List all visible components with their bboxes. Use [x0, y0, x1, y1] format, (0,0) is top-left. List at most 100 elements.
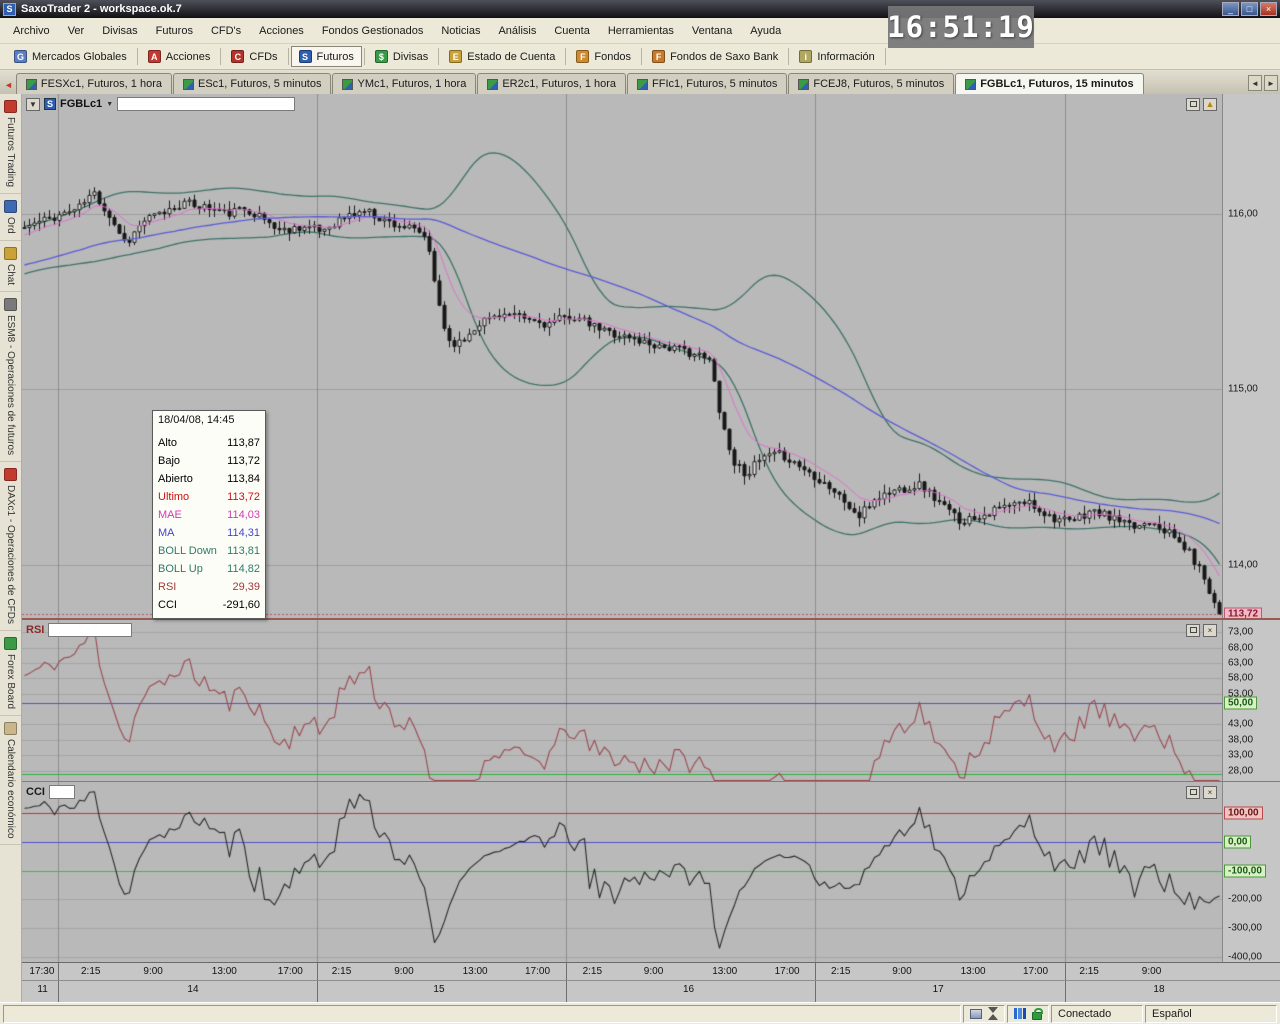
rsi-chart-canvas[interactable]: [22, 620, 1222, 781]
restore-cci-icon[interactable]: [1186, 786, 1200, 799]
toolbar-estado-de-cuenta[interactable]: EEstado de Cuenta: [441, 46, 563, 67]
toolbar-label: Acciones: [166, 51, 211, 63]
toolbar-separator-icon: [137, 48, 138, 65]
menu-item-noticias[interactable]: Noticias: [432, 20, 489, 42]
symbol-search-input[interactable]: [117, 97, 295, 111]
time-axis-label: 9:00: [892, 966, 911, 977]
axis-tick-label: 68,00: [1228, 642, 1253, 653]
status-message-area: [3, 1005, 961, 1023]
toolbar-label: Futuros: [317, 51, 354, 63]
tab-er2c1[interactable]: ER2c1, Futuros, 1 hora: [477, 73, 626, 94]
rsi-settings-input[interactable]: [48, 623, 132, 637]
sidebar-item-calendario-economico[interactable]: Calendario económico: [0, 716, 21, 846]
toolbar-informacion[interactable]: iInformación: [791, 46, 882, 67]
toolbar-separator-icon: [220, 48, 221, 65]
tab-scroll-right-icon[interactable]: ►: [1264, 75, 1278, 91]
tab-overflow-icon[interactable]: ◄: [4, 80, 13, 90]
menu-item-ver[interactable]: Ver: [59, 20, 94, 42]
tab-ymc1[interactable]: YMc1, Futuros, 1 hora: [332, 73, 476, 94]
tooltip-row: RSI29,39: [158, 578, 260, 596]
session-icon[interactable]: [970, 1009, 982, 1019]
tooltip-row-label: BOLL Down: [158, 542, 217, 560]
toolbar-separator-icon: [364, 48, 365, 65]
tooltip-row: BOLL Down113,81: [158, 542, 260, 560]
time-axis-label: 2:15: [81, 966, 100, 977]
toolbar-acciones[interactable]: AAcciones: [140, 46, 219, 67]
app-icon: S: [3, 3, 16, 16]
toolbar-fondos[interactable]: FFondos: [568, 46, 639, 67]
language-selector[interactable]: Español: [1152, 1008, 1192, 1020]
title-bar[interactable]: S SaxoTrader 2 - workspace.ok.7 _ □ ×: [0, 0, 1280, 18]
tab-bar: ◄ FESXc1, Futuros, 1 horaESc1, Futuros, …: [0, 70, 1280, 94]
toolbar-cfds[interactable]: CCFDs: [223, 46, 285, 67]
day-separator: [566, 963, 567, 980]
maximize-icon[interactable]: □: [1241, 2, 1258, 16]
time-axis-label: 17:00: [775, 966, 800, 977]
tab-strip: FESXc1, Futuros, 1 horaESc1, Futuros, 5 …: [16, 73, 1145, 94]
sidebar-item-ord[interactable]: Ord: [0, 194, 21, 241]
cci-panel-header: CCI ×: [22, 782, 1221, 802]
minimize-icon[interactable]: _: [1222, 2, 1239, 16]
close-cci-icon[interactable]: ×: [1203, 786, 1217, 799]
close-icon[interactable]: ×: [1260, 2, 1277, 16]
date-axis-label: 14: [187, 984, 198, 995]
language-cell[interactable]: Español: [1145, 1005, 1277, 1023]
tooltip-row: MA114,31: [158, 524, 260, 542]
cci-chart-canvas[interactable]: [22, 782, 1222, 962]
toolbar-divisas[interactable]: $Divisas: [367, 46, 436, 67]
toolbar-label: Mercados Globales: [32, 51, 127, 63]
tooltip-row-label: MA: [158, 524, 175, 542]
day-separator: [1065, 963, 1066, 980]
sidebar-item-daxc1-operaciones-de-cfds[interactable]: DAXc1 - Operaciones de CFDs: [0, 462, 21, 631]
menu-item-acciones[interactable]: Acciones: [250, 20, 313, 42]
cci-settings-input[interactable]: [49, 785, 75, 799]
toolbar-label: Fondos: [594, 51, 631, 63]
menu-item-ayuda[interactable]: Ayuda: [741, 20, 790, 42]
clock-overlay: 16:51:19: [888, 6, 1034, 48]
menu-item-divisas[interactable]: Divisas: [93, 20, 146, 42]
sidebar-item-label: DAXc1 - Operaciones de CFDs: [5, 485, 16, 624]
menu-item-fondos-gestionados[interactable]: Fondos Gestionados: [313, 20, 433, 42]
sidebar-item-futuros-trading[interactable]: Futuros Trading: [0, 94, 21, 194]
menu-item-cfd-s[interactable]: CFD's: [202, 20, 250, 42]
tooltip-row-label: Bajo: [158, 452, 180, 470]
menu-item-archivo[interactable]: Archivo: [4, 20, 59, 42]
restore-panel-icon[interactable]: [1186, 98, 1200, 111]
menu-item-cuenta[interactable]: Cuenta: [545, 20, 598, 42]
tab-scroll-left-icon[interactable]: ◄: [1248, 75, 1262, 91]
lock-icon[interactable]: [1032, 1012, 1042, 1020]
menu-item-ventana[interactable]: Ventana: [683, 20, 741, 42]
chart-status-icon[interactable]: [1014, 1008, 1026, 1019]
sidebar-item-esm8-operaciones-de-futuros[interactable]: ESM8 - Operaciones de futuros: [0, 292, 21, 462]
toolbar-fondos-de-saxo-bank[interactable]: FFondos de Saxo Bank: [644, 46, 786, 67]
axis-tick-label: 33,00: [1228, 750, 1253, 761]
time-axis-dates[interactable]: 111415161718: [22, 980, 1280, 1002]
time-axis-times[interactable]: 17:302:159:0013:0017:002:159:0013:0017:0…: [22, 962, 1280, 980]
tab-label: ER2c1, Futuros, 1 hora: [502, 78, 616, 90]
sidebar-item-forex-board[interactable]: Forex Board: [0, 631, 21, 716]
orders-icon: [4, 200, 17, 213]
toolbar-futuros[interactable]: SFuturos: [291, 46, 362, 67]
time-axis-label: 2:15: [332, 966, 351, 977]
tooltip-row: CCI-291,60: [158, 596, 260, 614]
tab-fcej8[interactable]: FCEJ8, Futuros, 5 minutos: [788, 73, 954, 94]
menu-item-futuros[interactable]: Futuros: [147, 20, 202, 42]
menu-item-herramientas[interactable]: Herramientas: [599, 20, 683, 42]
expand-panel-icon[interactable]: ▲: [1203, 98, 1217, 111]
tab-esc1[interactable]: ESc1, Futuros, 5 minutos: [173, 73, 332, 94]
price-axis: 116,00115,00114,00113,72: [1222, 94, 1280, 618]
tab-fgblc1[interactable]: FGBLc1, Futuros, 15 minutos: [955, 73, 1143, 94]
tab-fesxc1[interactable]: FESXc1, Futuros, 1 hora: [16, 73, 172, 94]
sidebar-item-chat[interactable]: Chat: [0, 241, 21, 292]
chart-dropdown-icon[interactable]: ▼: [26, 98, 40, 111]
tooltip-row-value: 114,03: [227, 506, 260, 524]
chart-symbol-label[interactable]: FGBLc1: [60, 98, 102, 110]
close-rsi-icon[interactable]: ×: [1203, 624, 1217, 637]
symbol-dropdown-icon[interactable]: ▼: [106, 101, 113, 108]
tab-label: FCEJ8, Futuros, 5 minutos: [813, 78, 944, 90]
menu-item-analisis[interactable]: Análisis: [489, 20, 545, 42]
tooltip-title: 18/04/08, 14:45: [158, 414, 260, 426]
toolbar-mercados-globales[interactable]: GMercados Globales: [6, 46, 135, 67]
tab-ffic1[interactable]: FFIc1, Futuros, 5 minutos: [627, 73, 787, 94]
restore-rsi-icon[interactable]: [1186, 624, 1200, 637]
